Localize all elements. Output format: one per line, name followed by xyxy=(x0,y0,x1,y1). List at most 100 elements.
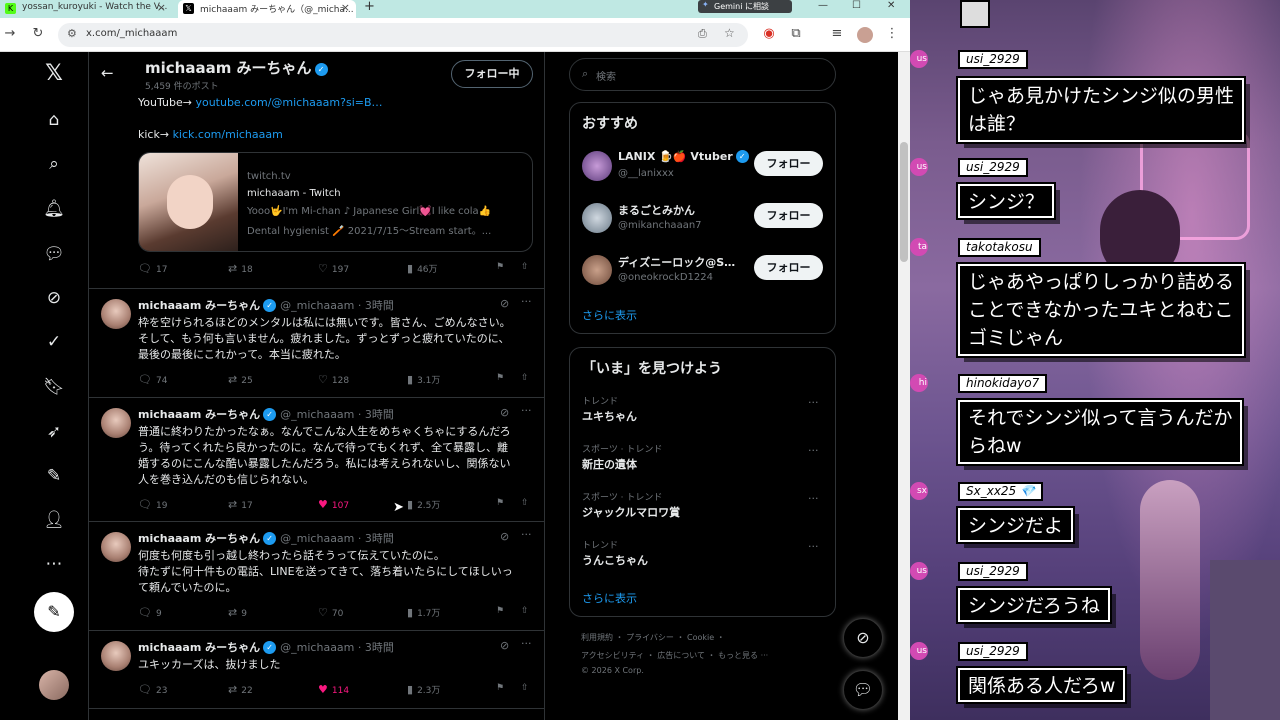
follow-button[interactable]: フォロー xyxy=(754,255,823,280)
tweet-author-name[interactable]: michaaam みーちゃん xyxy=(138,532,260,545)
avatar[interactable] xyxy=(101,408,131,438)
more-options-icon[interactable]: ··· xyxy=(808,540,819,553)
bookmark-icon[interactable]: ⚑ xyxy=(496,606,504,616)
notifications-icon[interactable]: 🔔︎ xyxy=(42,197,66,221)
more-icon[interactable]: ⋯ xyxy=(42,552,66,576)
views-button[interactable]: ▮ 3.1万 xyxy=(407,373,440,386)
trend-item[interactable]: スポーツ · トレンド ジャックルマロワ賞 ··· xyxy=(582,490,827,530)
reply-button[interactable]: 🗨︎ 9 xyxy=(138,606,162,619)
like-button[interactable]: ♡ 197 xyxy=(318,262,349,275)
grok-icon[interactable]: ⊘ xyxy=(500,639,509,652)
messages-button[interactable]: 💬︎ xyxy=(843,670,883,710)
bookmark-icon[interactable]: ⚑ xyxy=(496,373,504,383)
page-scrollbar[interactable] xyxy=(898,52,910,720)
scrollbar-thumb[interactable] xyxy=(900,142,908,262)
like-button[interactable]: ♥ 114 xyxy=(318,683,349,696)
suggestion-item[interactable]: LANIX 🍺🍎 Vtuber ✓ @__lanixxx フォロー xyxy=(582,147,827,187)
search-input[interactable]: ⌕ 検索 xyxy=(569,58,836,91)
more-options-icon[interactable]: ··· xyxy=(521,404,532,417)
footer-links[interactable]: アクセシビリティ ・ 広告について ・ もっと見る ··· xyxy=(581,650,768,661)
compose-post-button[interactable]: ✎ xyxy=(34,592,74,632)
views-button[interactable]: ▮ 2.3万 xyxy=(407,683,440,696)
views-button[interactable]: ▮ 46万 xyxy=(407,262,438,275)
back-arrow-icon[interactable]: ← xyxy=(101,64,114,82)
more-options-icon[interactable]: ··· xyxy=(808,492,819,505)
tweet-author-name[interactable]: michaaam みーちゃん xyxy=(138,641,260,654)
avatar[interactable] xyxy=(101,641,131,671)
close-window-icon[interactable]: ✕ xyxy=(887,0,895,11)
share-icon[interactable]: ⇧ xyxy=(521,683,529,693)
tab-kick[interactable]: K yossan_kuroyuki - Watch the V... × xyxy=(0,0,172,18)
reply-button[interactable]: 🗨︎ 74 xyxy=(138,373,167,386)
grok-icon[interactable]: ⊘ xyxy=(500,406,509,419)
grok-button[interactable]: ⊘ xyxy=(843,618,883,658)
grok-icon[interactable]: ⊘ xyxy=(42,286,66,310)
trend-item[interactable]: トレンド うんこちゃん ··· xyxy=(582,538,827,578)
reply-button[interactable]: 🗨︎ 19 xyxy=(138,498,167,511)
profile-avatar-icon[interactable] xyxy=(857,27,873,43)
share-icon[interactable]: ⇧ xyxy=(521,498,529,508)
more-options-icon[interactable]: ··· xyxy=(808,396,819,409)
more-options-icon[interactable]: ··· xyxy=(521,295,532,308)
messages-icon[interactable]: 💬︎ xyxy=(42,242,66,266)
reply-button[interactable]: 🗨︎ 23 xyxy=(138,683,167,696)
lists-icon[interactable]: ✎ xyxy=(42,464,66,488)
avatar[interactable] xyxy=(582,203,612,233)
new-tab-button[interactable]: + xyxy=(364,0,375,14)
media-icon[interactable]: ≡ xyxy=(829,26,845,41)
trends-show-more-link[interactable]: さらに表示 xyxy=(582,590,637,606)
share-icon[interactable]: ⇧ xyxy=(521,262,529,272)
reply-button[interactable]: 🗨︎ 17 xyxy=(138,262,167,275)
tweet-item[interactable]: michaaam みーちゃん ✓ @_michaaam · 3時間 ⊘ ··· 枠を… xyxy=(89,288,544,397)
more-options-icon[interactable]: ··· xyxy=(521,528,532,541)
repost-button[interactable]: ⇄ 17 xyxy=(228,498,253,511)
avatar[interactable] xyxy=(582,151,612,181)
close-tab-icon[interactable]: × xyxy=(341,1,350,14)
trend-item[interactable]: スポーツ · トレンド 新庄の遺体 ··· xyxy=(582,442,827,482)
repost-button[interactable]: ⇄ 9 xyxy=(228,606,247,619)
share-icon[interactable]: ⇧ xyxy=(521,606,529,616)
forward-icon[interactable]: → xyxy=(2,26,18,41)
avatar[interactable] xyxy=(582,255,612,285)
bookmark-icon[interactable]: ⚑ xyxy=(496,262,504,272)
like-button[interactable]: ♡ 128 xyxy=(318,373,349,386)
tab-x-profile[interactable]: 𝕏 michaaam みーちゃん（@_micha... × xyxy=(178,0,356,18)
like-button[interactable]: ♡ 70 xyxy=(318,606,343,619)
communities-icon[interactable]: ✓ xyxy=(42,330,66,354)
tweet-author-name[interactable]: michaaam みーちゃん xyxy=(138,408,260,421)
account-avatar[interactable] xyxy=(39,670,69,700)
tweet-item[interactable]: michaaam みーちゃん ✓ @_michaaam · 3時間 ⊘ ··· 何度… xyxy=(89,521,544,630)
avatar[interactable] xyxy=(101,299,131,329)
views-button[interactable]: ▮ 2.5万 xyxy=(407,498,440,511)
more-options-icon[interactable]: ··· xyxy=(521,637,532,650)
grok-icon[interactable]: ⊘ xyxy=(500,530,509,543)
bookmark-icon[interactable]: ⚑ xyxy=(496,683,504,693)
premium-icon[interactable]: ➶ xyxy=(42,420,66,444)
site-settings-icon[interactable]: ⚙ xyxy=(67,27,77,40)
reload-icon[interactable]: ↻ xyxy=(30,26,46,41)
link-card[interactable]: twitch.tv michaaam - Twitch Yooo🤟I'm Mi-… xyxy=(138,152,533,252)
suggestion-item[interactable]: ディズニーロック@S… @oneokrockD1224 フォロー xyxy=(582,251,827,291)
address-bar[interactable]: ⚙ x.com/_michaaam ⎙ ☆ xyxy=(58,23,748,47)
close-tab-icon[interactable]: × xyxy=(157,1,166,14)
bookmark-icon[interactable]: ⚑ xyxy=(496,498,504,508)
views-button[interactable]: ▮ 1.7万 xyxy=(407,606,440,619)
repost-button[interactable]: ⇄ 22 xyxy=(228,683,253,696)
profile-icon[interactable]: 👤︎ xyxy=(42,508,66,532)
tweet-item[interactable] xyxy=(89,708,544,720)
x-logo-icon[interactable]: 𝕏 xyxy=(42,62,66,86)
repost-button[interactable]: ⇄ 18 xyxy=(228,262,253,275)
record-icon[interactable]: ◉ xyxy=(761,26,777,41)
footer-links[interactable]: 利用規約 ・ プライバシー ・ Cookie ・ xyxy=(581,632,725,643)
show-more-link[interactable]: さらに表示 xyxy=(582,307,637,323)
share-icon[interactable]: ⇧ xyxy=(521,373,529,383)
follow-button[interactable]: フォロー xyxy=(754,151,823,176)
follow-button[interactable]: フォロー xyxy=(754,203,823,228)
extensions-icon[interactable]: ⧉ xyxy=(788,26,804,41)
suggestion-item[interactable]: まるごとみかん @mikanchaaan7 フォロー xyxy=(582,199,827,239)
youtube-link[interactable]: youtube.com/@michaaam?si=B… xyxy=(195,96,382,109)
install-icon[interactable]: ⎙ xyxy=(698,27,707,41)
following-button[interactable]: フォロー中 xyxy=(451,60,533,88)
repost-button[interactable]: ⇄ 25 xyxy=(228,373,253,386)
home-icon[interactable]: ⌂ xyxy=(42,108,66,132)
